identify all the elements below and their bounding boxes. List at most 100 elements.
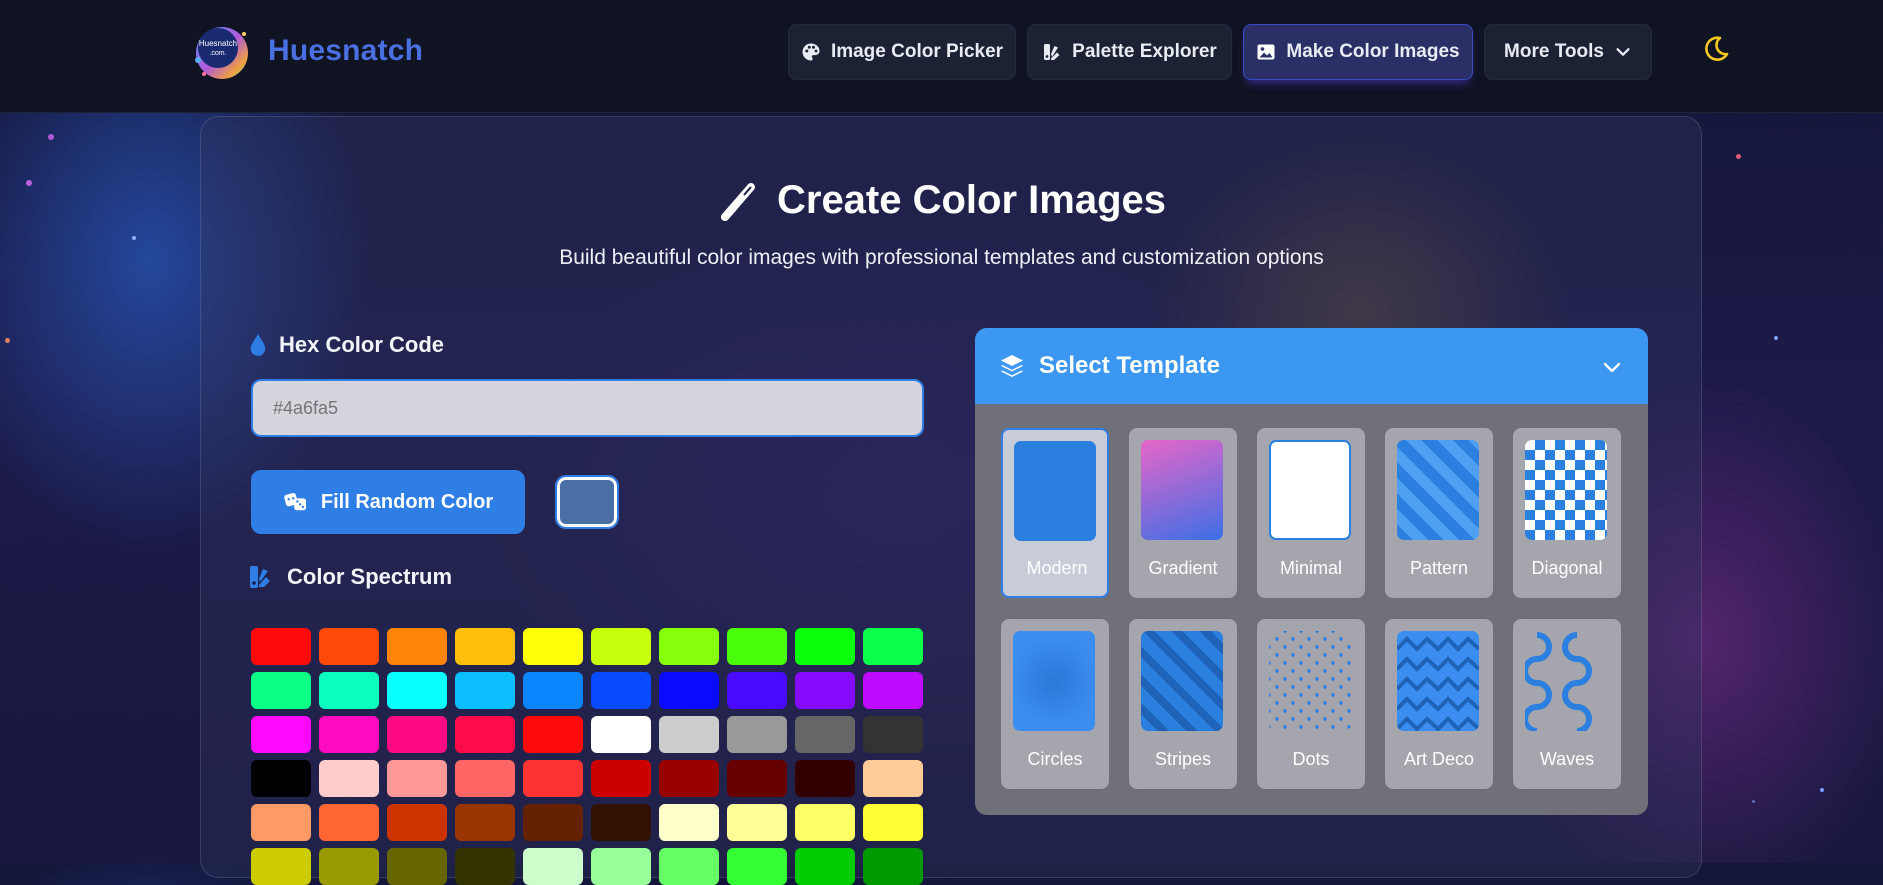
- spectrum-swatch[interactable]: [727, 716, 787, 753]
- fill-random-color-label: Fill Random Color: [320, 490, 494, 513]
- spectrum-swatch[interactable]: [591, 672, 651, 709]
- svg-text:Huesnatch: Huesnatch: [199, 39, 237, 48]
- spectrum-swatch[interactable]: [795, 804, 855, 841]
- template-art-deco[interactable]: Art Deco: [1385, 619, 1493, 789]
- nav-image-color-picker[interactable]: Image Color Picker: [788, 24, 1016, 80]
- spectrum-swatch[interactable]: [387, 628, 447, 665]
- spectrum-swatch[interactable]: [659, 716, 719, 753]
- spectrum-swatch[interactable]: [523, 628, 583, 665]
- spectrum-swatch[interactable]: [659, 672, 719, 709]
- spectrum-swatch[interactable]: [727, 804, 787, 841]
- spectrum-swatch[interactable]: [795, 848, 855, 885]
- template-name: Art Deco: [1403, 749, 1475, 769]
- brand-name[interactable]: Huesnatch: [268, 34, 423, 68]
- spectrum-swatch[interactable]: [659, 848, 719, 885]
- template-dots[interactable]: Dots: [1257, 619, 1365, 789]
- spectrum-swatch[interactable]: [659, 804, 719, 841]
- spectrum-swatch[interactable]: [455, 804, 515, 841]
- spectrum-swatch[interactable]: [387, 804, 447, 841]
- spectrum-swatch[interactable]: [863, 628, 923, 665]
- spectrum-swatch[interactable]: [387, 672, 447, 709]
- spectrum-swatch[interactable]: [251, 716, 311, 753]
- spectrum-swatch[interactable]: [319, 760, 379, 797]
- template-gradient[interactable]: Gradient: [1129, 428, 1237, 598]
- template-name: Pattern: [1409, 558, 1469, 578]
- palette-icon: [802, 43, 820, 61]
- spectrum-swatch[interactable]: [523, 848, 583, 885]
- spectrum-label-row: Color Spectrum: [249, 564, 452, 590]
- spectrum-swatch[interactable]: [455, 716, 515, 753]
- template-modern[interactable]: Modern: [1001, 428, 1109, 598]
- nav-make-color-images[interactable]: Make Color Images: [1243, 24, 1473, 80]
- spectrum-swatch[interactable]: [251, 628, 311, 665]
- template-minimal[interactable]: Minimal: [1257, 428, 1365, 598]
- spectrum-swatch[interactable]: [387, 848, 447, 885]
- spectrum-swatch[interactable]: [523, 804, 583, 841]
- template-stripes[interactable]: Stripes: [1129, 619, 1237, 789]
- template-diagonal[interactable]: Diagonal: [1513, 428, 1621, 598]
- star-decoration: [1774, 336, 1778, 340]
- spectrum-swatch[interactable]: [251, 848, 311, 885]
- spectrum-swatch[interactable]: [591, 804, 651, 841]
- spectrum-swatch[interactable]: [251, 672, 311, 709]
- fill-random-color-button[interactable]: Fill Random Color: [251, 470, 525, 534]
- spectrum-swatch[interactable]: [659, 628, 719, 665]
- chevron-down-icon: [1616, 48, 1630, 56]
- star-decoration: [1752, 800, 1755, 803]
- spectrum-swatch[interactable]: [455, 760, 515, 797]
- spectrum-swatch[interactable]: [591, 628, 651, 665]
- template-pattern-preview: [1397, 440, 1479, 540]
- nav-palette-explorer[interactable]: Palette Explorer: [1027, 24, 1232, 80]
- moon-icon[interactable]: [1701, 34, 1731, 64]
- hex-color-input[interactable]: [251, 379, 924, 437]
- spectrum-swatch[interactable]: [251, 804, 311, 841]
- spectrum-swatch[interactable]: [795, 716, 855, 753]
- spectrum-swatch[interactable]: [727, 672, 787, 709]
- spectrum-swatch[interactable]: [795, 672, 855, 709]
- spectrum-swatch[interactable]: [863, 672, 923, 709]
- spectrum-swatch[interactable]: [319, 716, 379, 753]
- template-name: Gradient: [1148, 558, 1218, 578]
- spectrum-swatch[interactable]: [863, 804, 923, 841]
- spectrum-swatch[interactable]: [659, 760, 719, 797]
- template-waves[interactable]: Waves: [1513, 619, 1621, 789]
- spectrum-swatch[interactable]: [523, 760, 583, 797]
- spectrum-swatch[interactable]: [591, 716, 651, 753]
- spectrum-swatch[interactable]: [795, 628, 855, 665]
- spectrum-swatch[interactable]: [251, 760, 311, 797]
- spectrum-swatch[interactable]: [387, 716, 447, 753]
- dice-icon: [284, 493, 306, 511]
- spectrum-swatch[interactable]: [455, 628, 515, 665]
- spectrum-swatch[interactable]: [795, 760, 855, 797]
- spectrum-swatch[interactable]: [863, 848, 923, 885]
- template-name: Waves: [1539, 749, 1595, 769]
- spectrum-swatch[interactable]: [319, 628, 379, 665]
- spectrum-swatch[interactable]: [319, 848, 379, 885]
- template-name: Diagonal: [1531, 558, 1603, 578]
- template-circles[interactable]: Circles: [1001, 619, 1109, 789]
- template-pattern[interactable]: Pattern: [1385, 428, 1493, 598]
- spectrum-swatch[interactable]: [727, 760, 787, 797]
- spectrum-swatch[interactable]: [455, 672, 515, 709]
- color-preview-swatch[interactable]: [555, 475, 619, 529]
- spectrum-swatch[interactable]: [455, 848, 515, 885]
- spectrum-swatch[interactable]: [523, 672, 583, 709]
- nav-more-tools[interactable]: More Tools: [1484, 24, 1652, 80]
- template-panel-header[interactable]: Select Template: [975, 328, 1648, 404]
- template-name: Circles: [1027, 749, 1083, 769]
- spectrum-swatch[interactable]: [319, 672, 379, 709]
- spectrum-swatch[interactable]: [387, 760, 447, 797]
- spectrum-swatch[interactable]: [591, 848, 651, 885]
- huesnatch-logo-icon[interactable]: Huesnatch .com.: [190, 20, 250, 82]
- template-panel: Select Template Modern Gradient Minimal …: [975, 328, 1648, 815]
- spectrum-swatch[interactable]: [727, 848, 787, 885]
- spectrum-swatch[interactable]: [863, 760, 923, 797]
- spectrum-swatch[interactable]: [319, 804, 379, 841]
- top-navbar: Huesnatch .com. Huesnatch Image Color Pi…: [0, 0, 1883, 113]
- spectrum-swatch[interactable]: [591, 760, 651, 797]
- spectrum-swatch[interactable]: [523, 716, 583, 753]
- spectrum-swatch[interactable]: [863, 716, 923, 753]
- template-name: Stripes: [1154, 749, 1212, 769]
- spectrum-swatch[interactable]: [727, 628, 787, 665]
- chevron-down-icon[interactable]: [1603, 358, 1621, 376]
